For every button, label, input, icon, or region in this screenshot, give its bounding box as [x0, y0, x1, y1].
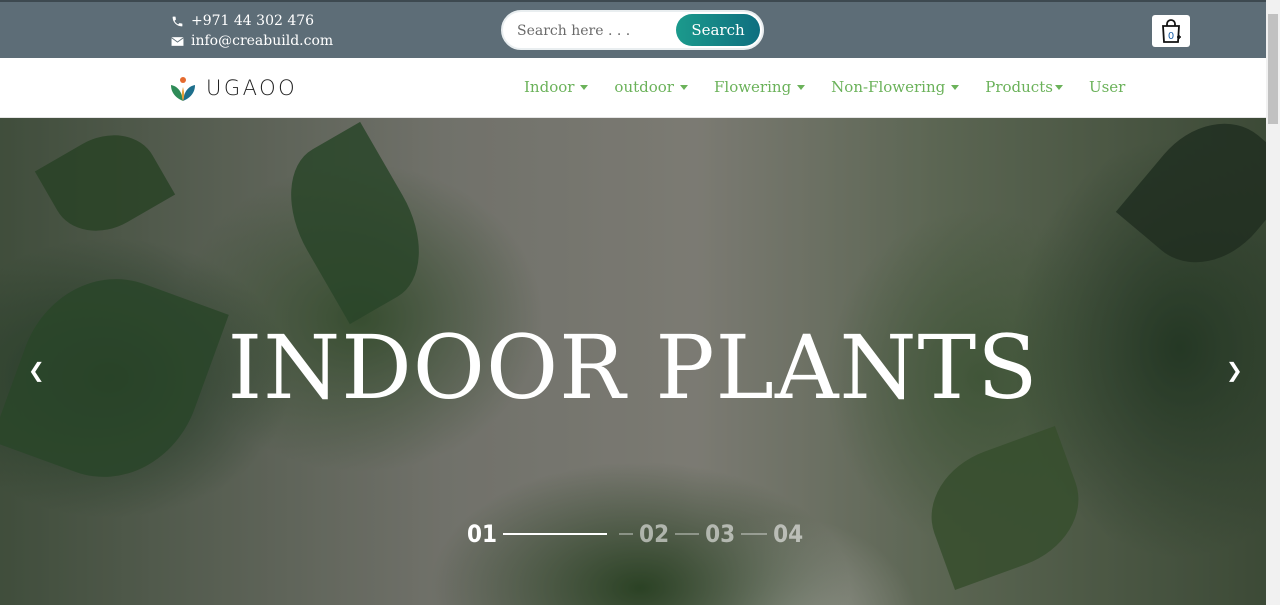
- email-row: info@creabuild.com: [170, 31, 333, 51]
- cart-button[interactable]: 0: [1152, 15, 1190, 47]
- nav-label: Indoor: [524, 78, 575, 96]
- nav-label: User: [1088, 78, 1126, 96]
- contact-info: +971 44 302 476 info@creabuild.com: [170, 11, 333, 51]
- nav-item-indoor[interactable]: Indoor: [524, 78, 589, 96]
- progress-line: [619, 533, 634, 535]
- chevron-left-icon[interactable]: ❮: [28, 358, 45, 382]
- caret-down-icon: [951, 84, 960, 90]
- caret-down-icon: [580, 84, 589, 90]
- nav-item-outdoor[interactable]: outdoor: [614, 78, 688, 96]
- phone-icon: [170, 14, 184, 28]
- chevron-right-icon[interactable]: ❯: [1226, 358, 1243, 382]
- nav-item-non-flowering[interactable]: Non-Flowering: [831, 78, 960, 96]
- leaf-logo-icon: [171, 77, 195, 101]
- phone-number[interactable]: +971 44 302 476: [191, 11, 314, 31]
- nav-label: Non-Flowering: [831, 78, 946, 96]
- logo[interactable]: UGAOO: [169, 74, 297, 102]
- shopping-bag-icon: 0: [1162, 19, 1181, 43]
- progress-line: [741, 533, 768, 535]
- page-scrollbar[interactable]: [1266, 0, 1280, 605]
- slide-pager: 01 02 03 04: [467, 520, 803, 548]
- envelope-icon: [170, 34, 184, 48]
- logo-text: UGAOO: [206, 76, 298, 100]
- slide-number-02[interactable]: 02: [639, 520, 669, 548]
- slide-number-03[interactable]: 03: [705, 520, 735, 548]
- nav-menu: Indoor outdoor Flowering Non-Flowering P…: [524, 78, 1151, 96]
- scrollbar-thumb[interactable]: [1268, 14, 1278, 124]
- search-button[interactable]: Search: [676, 14, 760, 46]
- cart-count: 0: [1168, 31, 1174, 42]
- caret-down-icon: [797, 84, 806, 90]
- nav-item-flowering[interactable]: Flowering: [713, 78, 806, 96]
- email-address[interactable]: info@creabuild.com: [191, 31, 333, 51]
- caret-down-icon: [679, 84, 688, 90]
- top-bar: +971 44 302 476 info@creabuild.com Searc…: [0, 0, 1266, 58]
- main-nav: UGAOO Indoor outdoor Flowering Non-Flowe…: [0, 58, 1266, 118]
- slide-number-01[interactable]: 01: [467, 520, 497, 548]
- progress-line: [503, 533, 608, 535]
- hero-title: INDOOR PLANTS: [227, 316, 1039, 419]
- slide-number-04[interactable]: 04: [773, 520, 803, 548]
- hero-slider: INDOOR PLANTS ❮ ❯ 01 02 03 04: [0, 118, 1266, 605]
- caret-down-icon: [1054, 84, 1063, 90]
- progress-line: [675, 533, 700, 535]
- nav-item-user[interactable]: User: [1089, 78, 1125, 96]
- nav-label: outdoor: [614, 78, 674, 96]
- nav-label: Products: [985, 78, 1053, 96]
- nav-label: Flowering: [713, 78, 792, 96]
- search-box: Search: [501, 10, 764, 50]
- nav-item-products[interactable]: Products: [985, 78, 1063, 96]
- search-input[interactable]: [515, 20, 675, 42]
- phone-row: +971 44 302 476: [170, 11, 333, 31]
